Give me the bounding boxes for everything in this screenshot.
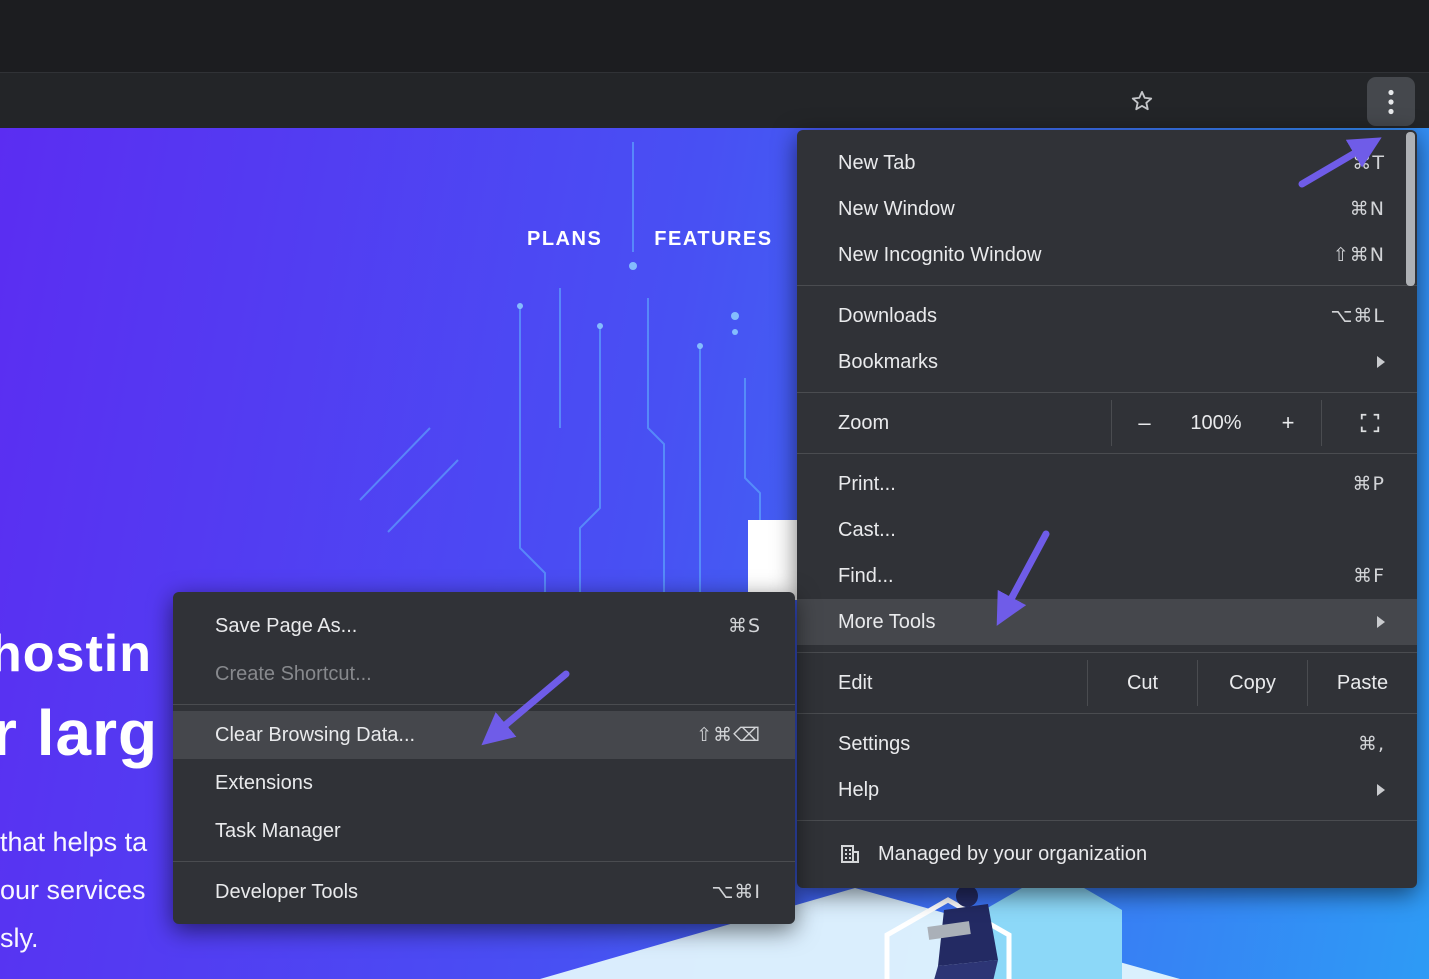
submenu-item-extensions[interactable]: Extensions bbox=[173, 759, 795, 807]
menu-item-label: New Window bbox=[838, 198, 1350, 221]
bookmark-star-button[interactable] bbox=[1120, 80, 1164, 122]
menu-item-print[interactable]: Print... ⌘P bbox=[797, 461, 1417, 507]
menu-separator bbox=[797, 392, 1417, 393]
edit-copy-button[interactable]: Copy bbox=[1197, 660, 1307, 706]
menu-item-new-incognito-window[interactable]: New Incognito Window ⇧⌘N bbox=[797, 232, 1417, 278]
menu-item-managed-by-organization[interactable]: Managed by your organization bbox=[797, 828, 1417, 880]
browser-menu-button[interactable] bbox=[1367, 77, 1415, 126]
menu-separator bbox=[797, 652, 1417, 653]
menu-item-label: Save Page As... bbox=[215, 615, 728, 638]
zoom-out-button[interactable]: – bbox=[1111, 400, 1177, 446]
menu-item-label: Find... bbox=[838, 565, 1353, 588]
menu-item-edit: Edit Cut Copy Paste bbox=[797, 660, 1417, 706]
building-icon bbox=[838, 842, 862, 866]
star-icon bbox=[1129, 88, 1155, 114]
zoom-value: 100% bbox=[1177, 412, 1255, 435]
fullscreen-icon bbox=[1359, 412, 1381, 434]
kebab-icon bbox=[1388, 89, 1394, 115]
menu-item-label: Cast... bbox=[838, 519, 1385, 542]
menu-item-bookmarks[interactable]: Bookmarks bbox=[797, 339, 1417, 385]
submenu-item-developer-tools[interactable]: Developer Tools ⌥⌘I bbox=[173, 868, 795, 916]
menu-item-shortcut: ⌥⌘I bbox=[712, 881, 762, 903]
menu-item-cast[interactable]: Cast... bbox=[797, 507, 1417, 553]
chevron-right-icon bbox=[1377, 616, 1385, 628]
more-tools-submenu: Save Page As... ⌘S Create Shortcut... Cl… bbox=[173, 592, 795, 924]
fullscreen-button[interactable] bbox=[1321, 400, 1417, 446]
menu-item-label: Managed by your organization bbox=[878, 843, 1385, 866]
menu-item-label: Task Manager bbox=[215, 820, 761, 843]
menu-separator bbox=[797, 285, 1417, 286]
menu-item-label: Clear Browsing Data... bbox=[215, 724, 696, 747]
menu-item-shortcut: ⌘, bbox=[1358, 733, 1385, 755]
chrome-menu: New Tab ⌘T New Window ⌘N New Incognito W… bbox=[797, 130, 1417, 888]
menu-item-help[interactable]: Help bbox=[797, 767, 1417, 813]
hero-body-line-1: that helps ta bbox=[0, 818, 147, 866]
menu-item-shortcut: ⌘S bbox=[728, 615, 761, 637]
menu-item-label: Print... bbox=[838, 473, 1353, 496]
menu-item-label: Create Shortcut... bbox=[215, 663, 761, 686]
menu-item-zoom: Zoom – 100% + bbox=[797, 400, 1417, 446]
chevron-right-icon bbox=[1377, 356, 1385, 368]
menu-item-shortcut: ⌘P bbox=[1353, 473, 1385, 495]
menu-item-label: Settings bbox=[838, 733, 1358, 756]
submenu-item-task-manager[interactable]: Task Manager bbox=[173, 807, 795, 855]
menu-item-label: Zoom bbox=[838, 412, 1111, 435]
menu-item-more-tools[interactable]: More Tools bbox=[797, 599, 1417, 645]
menu-item-label: Downloads bbox=[838, 305, 1331, 328]
menu-separator bbox=[173, 704, 795, 705]
menu-item-label: Help bbox=[838, 779, 1365, 802]
menu-item-label: Developer Tools bbox=[215, 881, 712, 904]
chevron-right-icon bbox=[1377, 784, 1385, 796]
edit-cut-button[interactable]: Cut bbox=[1087, 660, 1197, 706]
menu-item-label: More Tools bbox=[838, 611, 1365, 634]
hero-heading-line-1: hostin bbox=[0, 624, 152, 684]
menu-item-label: New Tab bbox=[838, 152, 1352, 175]
hero-body-line-2: our services bbox=[0, 866, 147, 914]
page-nav: PLANS FEATURES bbox=[527, 228, 773, 251]
hero-body-line-3: sly. bbox=[0, 914, 147, 962]
menu-item-find[interactable]: Find... ⌘F bbox=[797, 553, 1417, 599]
menu-item-label: Edit bbox=[838, 672, 1087, 695]
menu-item-settings[interactable]: Settings ⌘, bbox=[797, 721, 1417, 767]
menu-item-label: Bookmarks bbox=[838, 351, 1365, 374]
menu-item-shortcut: ⌘T bbox=[1352, 152, 1385, 174]
menu-item-shortcut: ⇧⌘N bbox=[1333, 244, 1385, 266]
menu-item-shortcut: ⇧⌘⌫ bbox=[696, 724, 761, 746]
menu-scrollbar-thumb[interactable] bbox=[1406, 132, 1415, 286]
menu-item-downloads[interactable]: Downloads ⌥⌘L bbox=[797, 293, 1417, 339]
menu-item-new-tab[interactable]: New Tab ⌘T bbox=[797, 140, 1417, 186]
submenu-item-create-shortcut: Create Shortcut... bbox=[173, 650, 795, 698]
browser-toolbar bbox=[0, 72, 1429, 128]
submenu-item-clear-browsing-data[interactable]: Clear Browsing Data... ⇧⌘⌫ bbox=[173, 711, 795, 759]
menu-item-new-window[interactable]: New Window ⌘N bbox=[797, 186, 1417, 232]
browser-window: PLANS FEATURES hostin r larg that helps … bbox=[0, 0, 1429, 979]
menu-separator bbox=[797, 713, 1417, 714]
nav-link-features[interactable]: FEATURES bbox=[654, 228, 772, 251]
menu-separator bbox=[173, 861, 795, 862]
tab-strip bbox=[0, 0, 1429, 72]
menu-separator bbox=[797, 453, 1417, 454]
menu-item-shortcut: ⌘F bbox=[1353, 565, 1385, 587]
menu-separator bbox=[797, 820, 1417, 821]
menu-item-shortcut: ⌘N bbox=[1350, 198, 1385, 220]
menu-item-label: Extensions bbox=[215, 772, 761, 795]
edit-paste-button[interactable]: Paste bbox=[1307, 660, 1417, 706]
hero-heading-line-2: r larg bbox=[0, 696, 158, 770]
menu-item-shortcut: ⌥⌘L bbox=[1331, 305, 1385, 327]
hero-body-text: that helps ta our services sly. bbox=[0, 818, 147, 962]
menu-item-label: New Incognito Window bbox=[838, 244, 1333, 267]
submenu-item-save-page-as[interactable]: Save Page As... ⌘S bbox=[173, 602, 795, 650]
zoom-in-button[interactable]: + bbox=[1255, 400, 1321, 446]
nav-link-plans[interactable]: PLANS bbox=[527, 228, 602, 251]
